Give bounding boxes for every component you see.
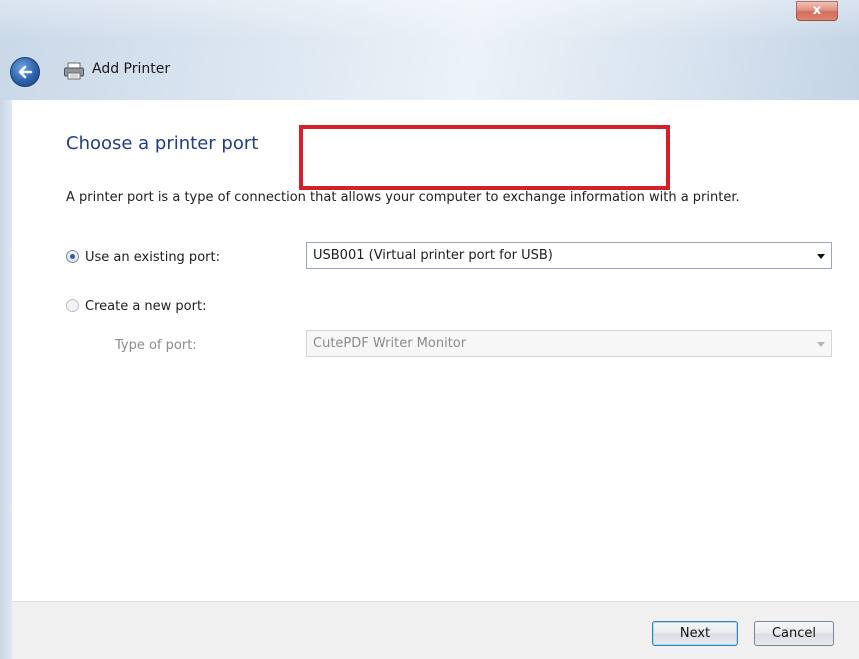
back-button[interactable] (10, 57, 40, 87)
existing-port-select[interactable]: USB001 (Virtual printer port for USB) (306, 242, 832, 269)
existing-port-option[interactable]: Use an existing port: (66, 250, 220, 265)
wizard-footer: Next Cancel (12, 601, 859, 659)
type-of-port-label: Type of port: (115, 338, 197, 353)
page-heading: Choose a printer port (66, 133, 259, 154)
type-of-port-select[interactable]: CutePDF Writer Monitor (306, 330, 832, 357)
new-port-option[interactable]: Create a new port: (66, 299, 206, 314)
highlight-box (299, 125, 670, 190)
existing-port-value: USB001 (Virtual printer port for USB) (313, 248, 553, 263)
back-arrow-icon (18, 65, 33, 79)
title-bar: x Add Printer (0, 0, 859, 100)
next-button[interactable]: Next (652, 621, 738, 646)
chevron-down-icon (817, 342, 825, 347)
cancel-button[interactable]: Cancel (754, 621, 834, 646)
window-title: Add Printer (92, 61, 171, 77)
existing-port-label: Use an existing port: (85, 250, 220, 265)
window-frame-edge (0, 100, 12, 659)
type-of-port-value: CutePDF Writer Monitor (313, 336, 467, 351)
chevron-down-icon (817, 254, 825, 259)
close-icon: x (812, 3, 822, 18)
printer-icon (64, 62, 84, 80)
add-printer-window: x Add Printer Choose a printer port A pr… (0, 0, 859, 659)
existing-port-radio[interactable] (66, 250, 79, 263)
page-description: A printer port is a type of connection t… (66, 190, 740, 205)
new-port-radio[interactable] (66, 299, 79, 312)
new-port-label: Create a new port: (85, 299, 207, 314)
close-button[interactable]: x (796, 1, 838, 21)
